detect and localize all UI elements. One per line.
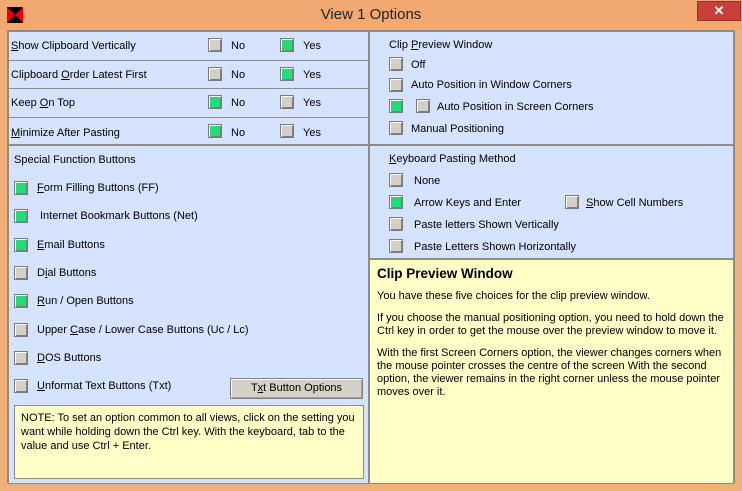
pref-label-minimize-after-pasting: Minimize After Pasting: [11, 127, 120, 139]
unformat-buttons-label: Unformat Text Buttons (Txt): [37, 380, 172, 392]
preferences-panel: Show Clipboard Vertically No Yes Clipboa…: [8, 31, 369, 145]
unformat-buttons-checkbox[interactable]: [14, 379, 28, 393]
window-title: View 1 Options: [320, 6, 422, 23]
case-buttons-checkbox[interactable]: [14, 323, 28, 337]
note-box: NOTE: To set an option common to all vie…: [14, 405, 364, 479]
help-paragraph-3: With the first Screen Corners option, th…: [377, 347, 722, 398]
no-label: No: [231, 127, 246, 139]
dial-buttons-checkbox[interactable]: [14, 266, 28, 280]
yes-label: Yes: [303, 40, 321, 52]
net-buttons-label: Internet Bookmark Buttons (Net): [40, 210, 198, 222]
keyboard-arrow-keys-checkbox[interactable]: [389, 195, 403, 209]
pref-label-order-latest-first: Clipboard Order Latest First: [11, 69, 147, 81]
keyboard-horizontal-checkbox[interactable]: [389, 239, 403, 253]
case-buttons-label: Upper Case / Lower Case Buttons (Uc / Lc…: [37, 324, 249, 336]
run-open-buttons-checkbox[interactable]: [14, 294, 28, 308]
options-window: View 1 Options ✕ Show Clipboard Vertical…: [0, 0, 742, 491]
show-cell-numbers-checkbox[interactable]: [565, 195, 579, 209]
yes-label: Yes: [303, 69, 321, 81]
clip-preview-heading: Clip Preview Window: [389, 39, 493, 51]
yes-label: Yes: [303, 97, 321, 109]
pref-keep-on-top-yes-checkbox[interactable]: [280, 95, 294, 109]
pref-label-show-vertically: Show Clipboard Vertically: [11, 40, 136, 52]
clip-preview-panel: Clip Preview Window Off Auto Position in…: [369, 31, 734, 145]
pref-keep-on-top-no-checkbox[interactable]: [208, 95, 222, 109]
pref-order-latest-yes-checkbox[interactable]: [280, 67, 294, 81]
keyboard-none-checkbox[interactable]: [389, 173, 403, 187]
clip-preview-manual-label: Manual Positioning: [411, 123, 504, 135]
help-panel: Clip Preview Window You have these five …: [369, 259, 734, 484]
clip-preview-manual-checkbox[interactable]: [389, 121, 403, 135]
email-buttons-checkbox[interactable]: [14, 238, 28, 252]
keyboard-horizontal-label: Paste Letters Shown Horizontally: [414, 241, 577, 253]
run-open-buttons-label: Run / Open Buttons: [37, 295, 134, 307]
pref-minimize-no-checkbox[interactable]: [208, 124, 222, 138]
dos-buttons-checkbox[interactable]: [14, 351, 28, 365]
clip-preview-screen-corners-checkbox[interactable]: [389, 99, 403, 113]
keyboard-none-label: None: [414, 175, 441, 187]
close-icon: ✕: [713, 3, 725, 18]
row-divider: [9, 60, 368, 61]
txt-button-options-label: Txt Button Options: [250, 382, 343, 394]
pref-show-vertically-no-checkbox[interactable]: [208, 38, 222, 52]
help-paragraph-2: If you choose the manual positioning opt…: [377, 312, 724, 337]
keyboard-vertical-checkbox[interactable]: [389, 217, 403, 231]
show-cell-numbers-label: Show Cell Numbers: [586, 197, 684, 209]
client-area: Show Clipboard Vertically No Yes Clipboa…: [7, 30, 735, 484]
clip-preview-screen-corners-alt-checkbox[interactable]: [416, 99, 430, 113]
keyboard-pasting-panel: Keyboard Pasting Method None Arrow Keys …: [369, 145, 734, 259]
no-label: No: [231, 40, 246, 52]
ff-buttons-checkbox[interactable]: [14, 181, 28, 195]
pref-order-latest-no-checkbox[interactable]: [208, 67, 222, 81]
keyboard-vertical-label: Paste letters Shown Vertically: [414, 219, 559, 231]
yes-label: Yes: [303, 127, 321, 139]
pref-label-keep-on-top: Keep On Top: [11, 97, 76, 109]
close-button[interactable]: ✕: [697, 1, 741, 21]
row-divider: [9, 88, 368, 89]
help-paragraph-1: You have these five choices for the clip…: [377, 290, 650, 302]
no-label: No: [231, 69, 246, 81]
ff-buttons-label: Form Filling Buttons (FF): [37, 182, 159, 194]
help-title: Clip Preview Window: [377, 266, 513, 281]
keyboard-arrow-keys-label: Arrow Keys and Enter: [414, 197, 521, 209]
txt-button-options-button[interactable]: Txt Button Options: [230, 378, 363, 399]
email-buttons-label: Email Buttons: [37, 239, 105, 251]
clip-preview-off-label: Off: [411, 59, 426, 71]
dos-buttons-label: DOS Buttons: [37, 352, 102, 364]
title-bar[interactable]: View 1 Options ✕: [0, 0, 742, 30]
no-label: No: [231, 97, 246, 109]
row-divider: [9, 117, 368, 118]
net-buttons-checkbox[interactable]: [14, 209, 28, 223]
clip-preview-off-checkbox[interactable]: [389, 57, 403, 71]
note-text: NOTE: To set an option common to all vie…: [21, 412, 355, 452]
pref-minimize-yes-checkbox[interactable]: [280, 124, 294, 138]
dial-buttons-label: Dial Buttons: [37, 267, 97, 279]
pref-show-vertically-yes-checkbox[interactable]: [280, 38, 294, 52]
special-buttons-panel: Special Function Buttons Form Filling Bu…: [8, 145, 369, 484]
special-heading: Special Function Buttons: [14, 154, 136, 166]
clip-preview-window-corners-checkbox[interactable]: [389, 78, 403, 92]
clip-preview-screen-corners-label: Auto Position in Screen Corners: [437, 101, 594, 113]
clip-preview-window-corners-label: Auto Position in Window Corners: [411, 79, 572, 91]
keyboard-heading: Keyboard Pasting Method: [389, 153, 516, 165]
